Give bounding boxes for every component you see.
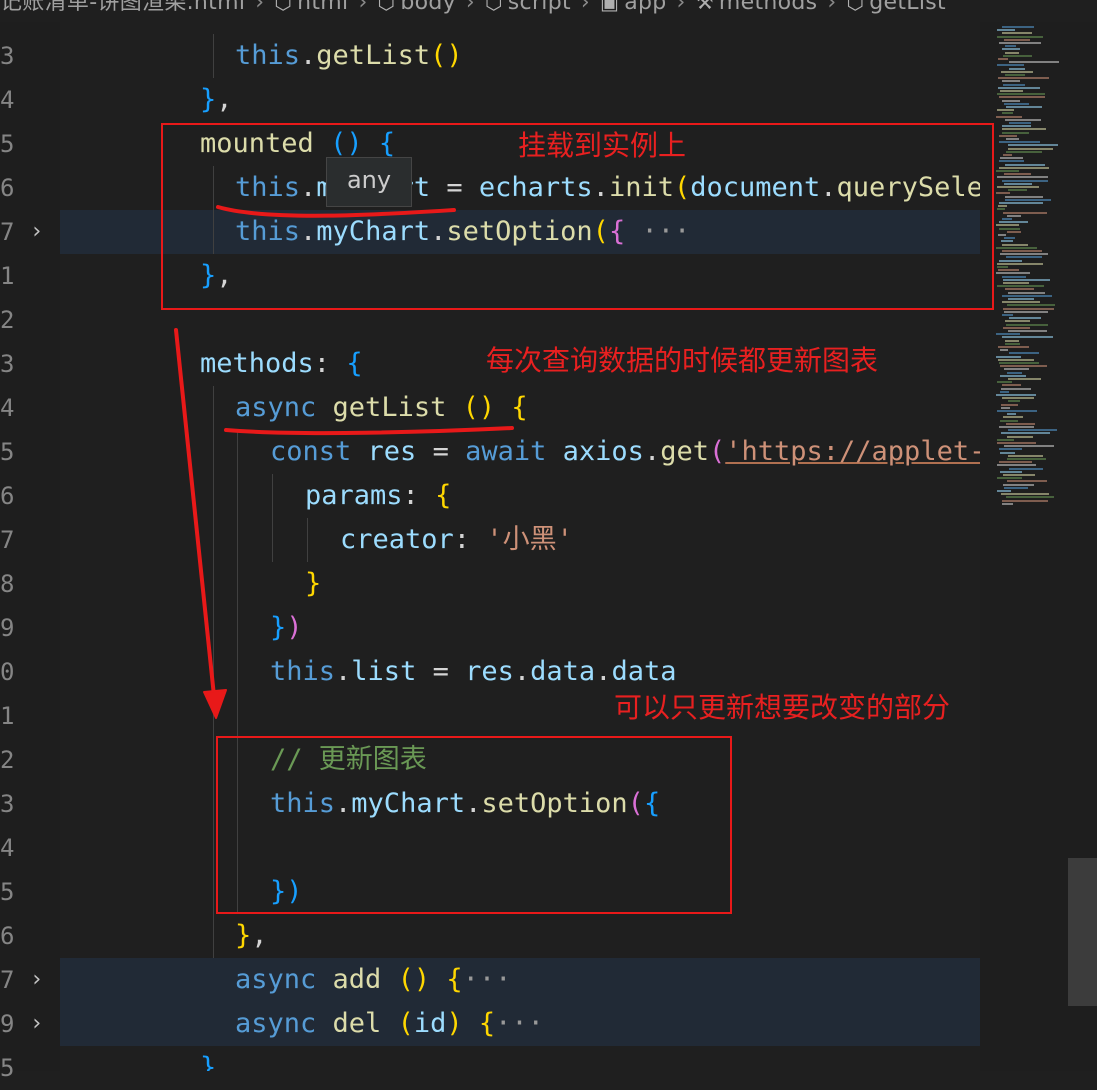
annotation-ink-layer [174, 205, 514, 719]
arrow-shaft [174, 328, 216, 698]
underline-this-my-chart [216, 205, 456, 218]
underline-async-get-list [224, 426, 514, 436]
arrow-head [203, 689, 227, 719]
